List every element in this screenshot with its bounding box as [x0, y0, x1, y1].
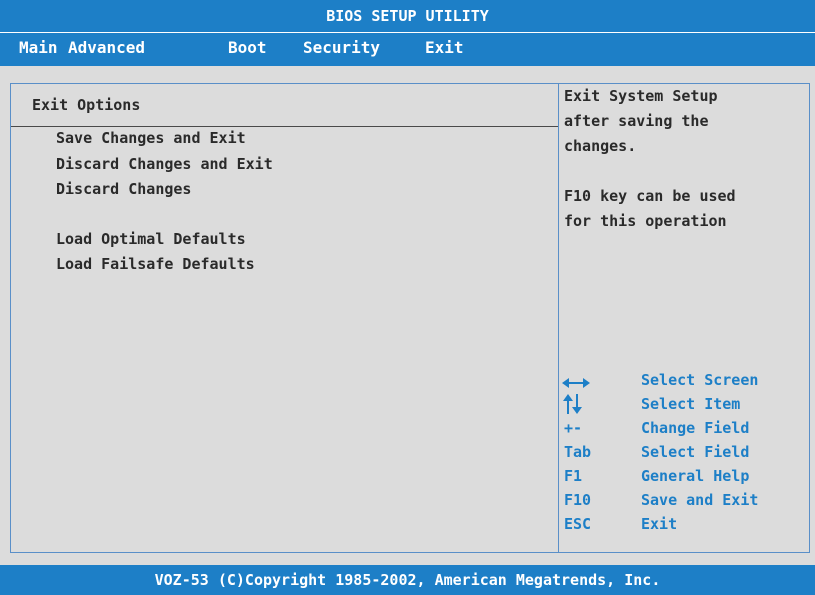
- menu-item-boot[interactable]: Boot: [228, 33, 267, 63]
- help-text-line: after saving the: [564, 112, 709, 130]
- menu-bar: Main Advanced Boot Security Exit: [0, 32, 815, 66]
- help-text-line: F10 key can be used: [564, 187, 736, 205]
- help-text-line: changes.: [564, 137, 637, 155]
- up-down-arrow-icon: [563, 394, 582, 414]
- option-load-failsafe-defaults[interactable]: Load Failsafe Defaults: [56, 255, 255, 273]
- help-panel: Exit System Setup after saving the chang…: [559, 84, 809, 552]
- content-frame: Exit Options Save Changes and Exit Disca…: [10, 83, 810, 553]
- key-desc-select-field: Select Field: [641, 443, 750, 461]
- window-title: BIOS SETUP UTILITY: [0, 0, 815, 32]
- menu-item-exit[interactable]: Exit: [425, 33, 464, 63]
- key-plus-minus: +-: [564, 419, 583, 437]
- key-desc-save-and-exit: Save and Exit: [641, 491, 759, 509]
- bios-window: BIOS SETUP UTILITY Main Advanced Boot Se…: [0, 0, 815, 595]
- help-text-line: for this operation: [564, 212, 727, 230]
- help-text-line: Exit System Setup: [564, 87, 718, 105]
- key-desc-select-item: Select Item: [641, 395, 741, 413]
- key-desc-select-screen: Select Screen: [641, 371, 759, 389]
- option-discard-changes[interactable]: Discard Changes: [56, 180, 191, 198]
- key-desc-change-field: Change Field: [641, 419, 750, 437]
- key-f1: F1: [564, 467, 583, 485]
- key-f10: F10: [564, 491, 592, 509]
- section-divider: [11, 126, 558, 127]
- options-panel: Exit Options Save Changes and Exit Disca…: [11, 84, 558, 552]
- section-title: Exit Options: [32, 96, 141, 114]
- copyright-footer: VOZ-53 (C)Copyright 1985-2002, American …: [0, 565, 815, 595]
- key-desc-exit: Exit: [641, 515, 678, 533]
- menu-item-advanced[interactable]: Advanced: [68, 33, 145, 63]
- key-esc: ESC: [564, 515, 592, 533]
- key-tab: Tab: [564, 443, 592, 461]
- option-load-optimal-defaults[interactable]: Load Optimal Defaults: [56, 230, 246, 248]
- option-discard-changes-and-exit[interactable]: Discard Changes and Exit: [56, 155, 273, 173]
- left-right-arrow-icon: [562, 378, 590, 388]
- menu-item-security[interactable]: Security: [303, 33, 380, 63]
- key-desc-general-help: General Help: [641, 467, 750, 485]
- option-save-changes-and-exit[interactable]: Save Changes and Exit: [56, 129, 246, 147]
- menu-item-main[interactable]: Main: [19, 33, 58, 63]
